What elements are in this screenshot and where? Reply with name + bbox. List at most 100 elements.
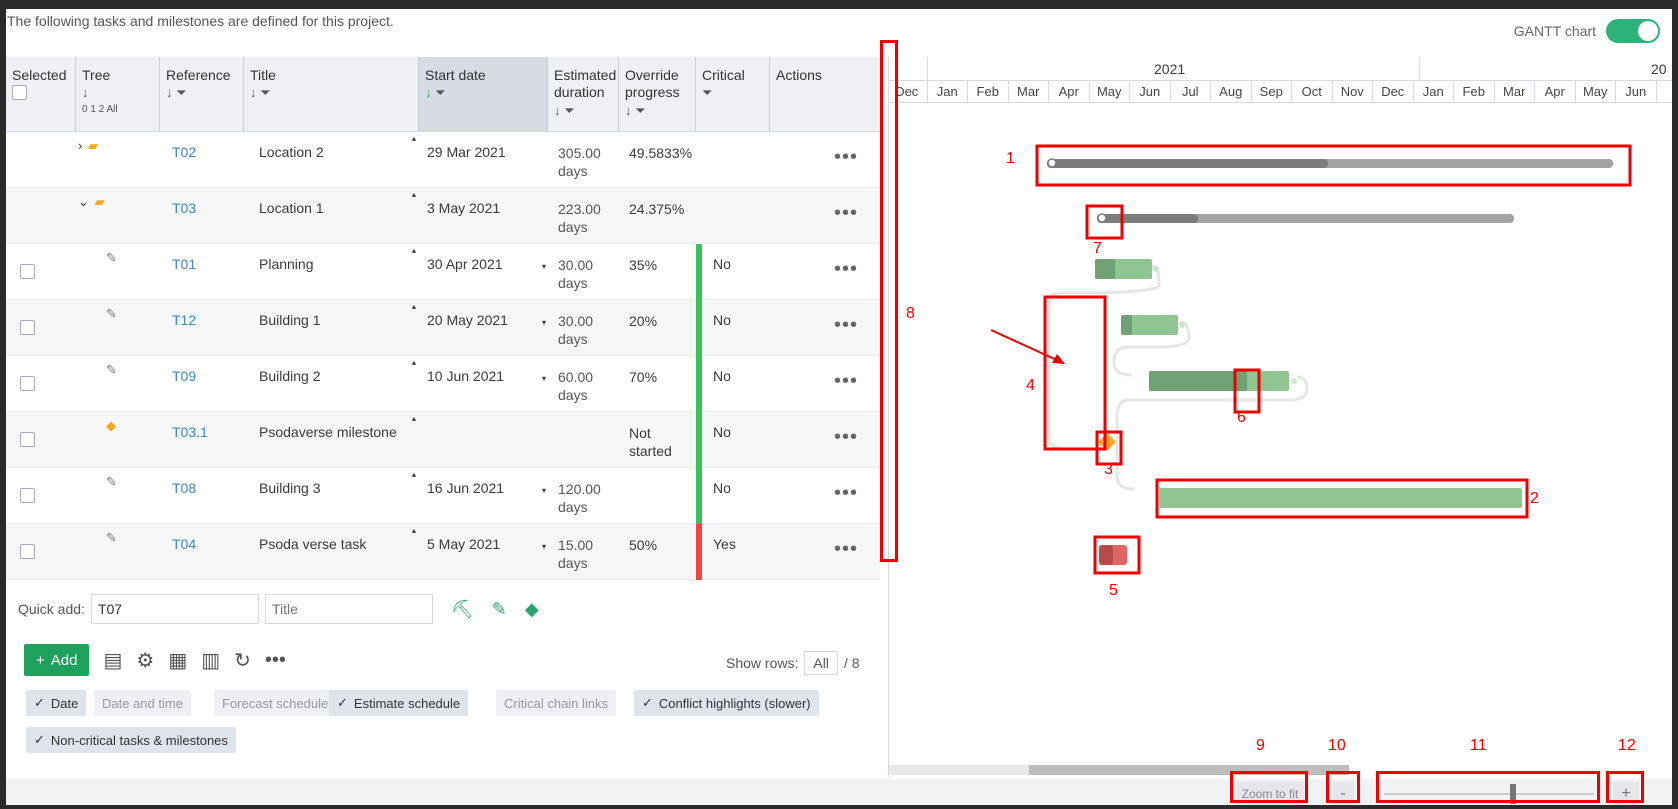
- more-icon[interactable]: •••: [265, 649, 286, 672]
- row-checkbox[interactable]: [20, 488, 35, 503]
- table-row[interactable]: › ▰ T02 Location 2 ▴ 29 Mar 2021 305.00 days 49…: [6, 132, 880, 188]
- dropdown-caret-icon[interactable]: ▾: [542, 374, 546, 383]
- row-reference-link[interactable]: T04: [172, 536, 196, 552]
- task-bar-t08[interactable]: [1159, 488, 1522, 508]
- sort-icon[interactable]: ↓: [250, 85, 257, 100]
- row-progress[interactable]: 24.375%: [629, 200, 689, 218]
- row-duration[interactable]: 15.00 days: [558, 536, 593, 572]
- table-row[interactable]: ✎ T04 Psoda verse task ▴ 5 May 2021 ▾ 15.00 day…: [6, 524, 880, 580]
- row-checkbox[interactable]: [20, 264, 35, 279]
- row-critical[interactable]: Yes: [713, 536, 736, 552]
- row-reference-link[interactable]: T08: [172, 480, 196, 496]
- sort-icon[interactable]: ↓: [425, 85, 432, 100]
- gantt-toggle-switch[interactable]: [1606, 19, 1660, 43]
- tree-levels[interactable]: 0 1 2 All: [82, 104, 153, 115]
- row-start-date[interactable]: 30 Apr 2021: [427, 256, 503, 272]
- chip-critical-chain[interactable]: Critical chain links: [496, 690, 617, 716]
- row-start-date[interactable]: 10 Jun 2021: [427, 368, 504, 384]
- row-title[interactable]: Psodaverse milestone: [259, 424, 397, 440]
- excel-icon[interactable]: ▦: [168, 648, 187, 673]
- row-title[interactable]: Building 3: [259, 480, 321, 496]
- export-icon[interactable]: ▤: [103, 648, 122, 673]
- row-duration[interactable]: 223.00 days: [558, 200, 601, 236]
- col-start-date[interactable]: Start date ↓ ⏷: [419, 57, 548, 132]
- add-location-icon[interactable]: ⛏: [451, 599, 474, 620]
- chevron-right-icon[interactable]: ›: [78, 138, 82, 153]
- row-reference-link[interactable]: T03: [172, 200, 196, 216]
- row-checkbox[interactable]: [20, 376, 35, 391]
- row-actions-icon[interactable]: •••: [834, 146, 858, 169]
- row-progress[interactable]: 35%: [629, 256, 689, 274]
- row-title[interactable]: Building 2: [259, 368, 321, 384]
- row-progress[interactable]: 70%: [629, 368, 689, 386]
- col-override-progress[interactable]: Override progress ↓ ⏷: [619, 57, 696, 132]
- row-checkbox[interactable]: [20, 544, 35, 559]
- show-rows-select[interactable]: All: [804, 651, 838, 675]
- filter-icon[interactable]: ⏷: [435, 85, 445, 100]
- row-critical[interactable]: No: [713, 256, 731, 272]
- row-actions-icon[interactable]: •••: [834, 426, 858, 449]
- import-icon[interactable]: ▥: [201, 648, 220, 673]
- row-checkbox[interactable]: [20, 432, 35, 447]
- row-reference-link[interactable]: T12: [172, 312, 196, 328]
- row-title[interactable]: Location 1: [259, 200, 324, 216]
- row-start-date[interactable]: 16 Jun 2021: [427, 480, 504, 496]
- row-reference-link[interactable]: T03.1: [172, 424, 208, 440]
- filter-icon[interactable]: ⏷: [635, 103, 645, 118]
- link-handle[interactable]: [1291, 378, 1297, 384]
- quick-add-ref-input[interactable]: [90, 594, 259, 624]
- row-title[interactable]: Psoda verse task: [259, 536, 366, 552]
- row-duration[interactable]: 30.00 days: [558, 256, 593, 292]
- col-title[interactable]: Title ↓ ⏷: [244, 57, 419, 132]
- row-critical[interactable]: No: [713, 424, 731, 440]
- gear-icon[interactable]: ⚙: [136, 648, 154, 673]
- dropdown-caret-icon[interactable]: ▾: [542, 486, 546, 495]
- row-reference-link[interactable]: T09: [172, 368, 196, 384]
- table-row[interactable]: ✎ T01 Planning ▴ 30 Apr 2021 ▾ 30.00 days 35% No •…: [6, 244, 880, 300]
- row-progress[interactable]: Not started: [629, 424, 689, 460]
- row-critical[interactable]: No: [713, 368, 731, 384]
- sort-icon[interactable]: ↓: [554, 103, 561, 118]
- dropdown-caret-icon[interactable]: ▾: [542, 262, 546, 271]
- row-actions-icon[interactable]: •••: [834, 202, 858, 225]
- row-duration[interactable]: 305.00 days: [558, 144, 601, 180]
- refresh-icon[interactable]: ↻: [234, 648, 251, 673]
- row-title[interactable]: Building 1: [259, 312, 321, 328]
- row-progress[interactable]: 20%: [629, 312, 689, 330]
- filter-icon[interactable]: ⏷: [702, 85, 712, 100]
- filter-icon[interactable]: ⏷: [564, 103, 574, 118]
- row-actions-icon[interactable]: •••: [834, 314, 858, 337]
- sort-icon[interactable]: ↓: [166, 85, 173, 100]
- col-reference[interactable]: Reference ↓ ⏷: [160, 57, 244, 132]
- summary-start-handle[interactable]: [1097, 213, 1107, 223]
- col-estimated-duration[interactable]: Estimated duration ↓ ⏷: [548, 57, 619, 132]
- chevron-down-icon[interactable]: ⌄: [78, 194, 89, 209]
- row-actions-icon[interactable]: •••: [834, 258, 858, 281]
- row-actions-icon[interactable]: •••: [834, 370, 858, 393]
- add-milestone-icon[interactable]: ◆: [525, 599, 539, 620]
- row-critical[interactable]: No: [713, 480, 731, 496]
- col-selected[interactable]: Selected: [6, 57, 76, 132]
- chip-noncritical[interactable]: ✓ Non-critical tasks & milestones: [26, 727, 236, 753]
- row-progress[interactable]: 49.5833%: [629, 144, 692, 162]
- table-row[interactable]: ✎ T09 Building 2 ▴ 10 Jun 2021 ▾ 60.00 days 70% N…: [6, 356, 880, 412]
- col-tree[interactable]: Tree ↓ 0 1 2 All: [76, 57, 160, 132]
- row-reference-link[interactable]: T02: [172, 144, 196, 160]
- row-start-date[interactable]: 20 May 2021: [427, 312, 508, 328]
- row-title[interactable]: Planning: [259, 256, 314, 272]
- col-critical[interactable]: Critical ⏷: [696, 57, 770, 132]
- table-row[interactable]: ◆ T03.1 Psodaverse milestone ▴ Not started No…: [6, 412, 880, 468]
- row-progress[interactable]: 50%: [629, 536, 689, 554]
- row-reference-link[interactable]: T01: [172, 256, 196, 272]
- chip-date-time[interactable]: Date and time: [94, 690, 191, 716]
- sort-icon[interactable]: ↓: [625, 103, 632, 118]
- chip-estimate[interactable]: ✓ Estimate schedule: [329, 690, 469, 716]
- link-handle[interactable]: [1179, 322, 1185, 328]
- sort-icon[interactable]: ↓: [82, 85, 153, 100]
- quick-add-title-input[interactable]: [264, 594, 433, 624]
- dropdown-caret-icon[interactable]: ▾: [542, 542, 546, 551]
- row-duration[interactable]: 30.00 days: [558, 312, 593, 348]
- table-row[interactable]: ⌄ ▰ T03 Location 1 ▴ 3 May 2021 223.00 days 24.…: [6, 188, 880, 244]
- add-button[interactable]: + Add: [24, 644, 90, 676]
- add-task-icon[interactable]: ✎: [492, 599, 507, 620]
